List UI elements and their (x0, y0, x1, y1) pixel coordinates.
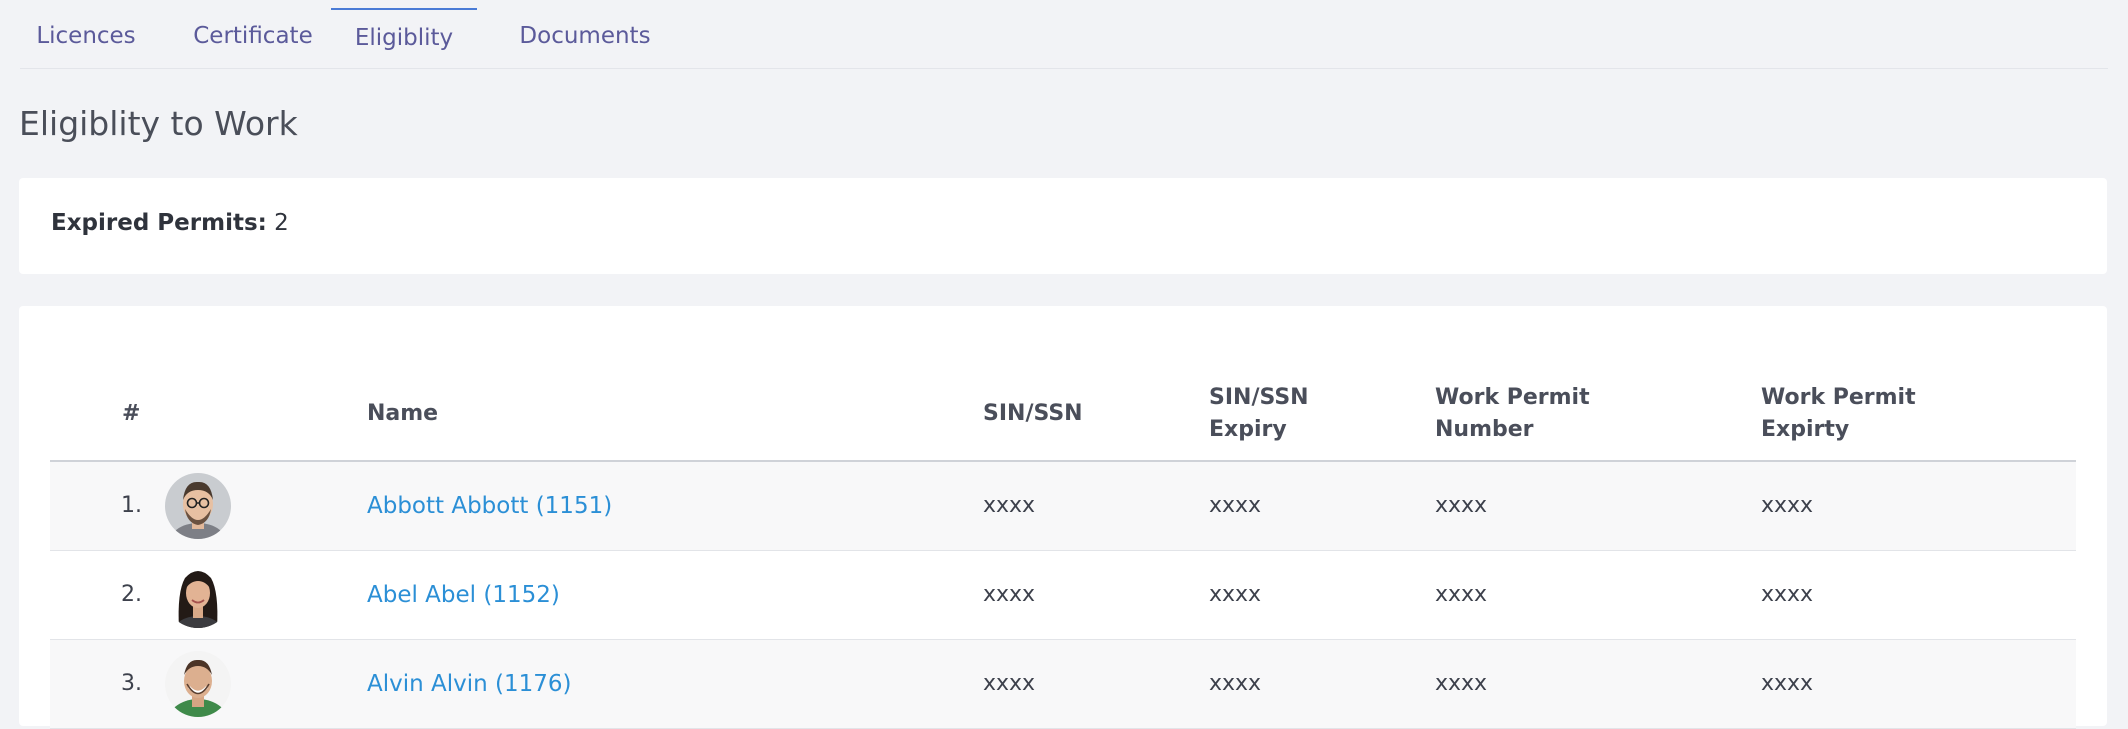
work-permit-expiry-value: xxxx (1761, 493, 1814, 518)
tab-licences[interactable]: Licences (20, 8, 152, 67)
header-work-permit-expiry[interactable]: Work Permit Expirty (1761, 382, 1916, 446)
table-row: 3. Alvin Alvin (1176) xxxx xxxx xxxx xxx… (50, 640, 2076, 729)
row-number: 1. (121, 493, 142, 518)
employee-name-link[interactable]: Alvin Alvin (1176) (367, 640, 572, 728)
header-name[interactable]: Name (367, 398, 438, 430)
table-row: 2. Abel Abel (1152) xxxx xxxx xxxx xxxx (50, 551, 2076, 640)
sin-ssn-value: xxxx (983, 582, 1036, 607)
page-title: Eligiblity to Work (19, 104, 298, 143)
expired-permits-label: Expired Permits: (51, 210, 267, 236)
header-work-permit-expiry-line1: Work Permit (1761, 385, 1916, 410)
row-number: 2. (121, 582, 142, 607)
expired-permits-summary: Expired Permits: 2 (51, 210, 289, 236)
work-permit-number-value: xxxx (1435, 582, 1488, 607)
avatar (165, 562, 231, 628)
work-permit-number-value: xxxx (1435, 493, 1488, 518)
sin-ssn-expiry-value: xxxx (1209, 493, 1262, 518)
tab-eligiblity[interactable]: Eligiblity (331, 8, 477, 67)
work-permit-expiry-value: xxxx (1761, 671, 1814, 696)
header-work-permit-number[interactable]: Work Permit Number (1435, 382, 1590, 446)
employee-name-link[interactable]: Abel Abel (1152) (367, 551, 560, 639)
eligibility-table: # Name SIN/SSN SIN/SSN Expiry Work Permi… (19, 306, 2107, 729)
employee-name[interactable]: Abel Abel (1152) (367, 582, 560, 608)
header-work-permit-number-line1: Work Permit (1435, 385, 1590, 410)
employee-name[interactable]: Abbott Abbott (1151) (367, 493, 612, 519)
work-permit-expiry-value: xxxx (1761, 582, 1814, 607)
table-row: 1. Abbott Abbott (1151) xxxx xxxx xxxx x… (50, 462, 2076, 551)
header-work-permit-number-line2: Number (1435, 417, 1534, 442)
header-sin-ssn-expiry-line1: SIN/SSN (1209, 385, 1309, 410)
employee-name-link[interactable]: Abbott Abbott (1151) (367, 462, 612, 550)
header-number: # (122, 401, 141, 426)
tab-documents[interactable]: Documents (495, 8, 675, 67)
expired-permits-count: 2 (274, 210, 289, 236)
header-work-permit-expiry-line2: Expirty (1761, 417, 1850, 442)
header-sin-ssn-expiry-line2: Expiry (1209, 417, 1287, 442)
avatar (165, 473, 231, 539)
sin-ssn-expiry-value: xxxx (1209, 671, 1262, 696)
summary-card: Expired Permits: 2 (19, 178, 2107, 274)
row-number: 3. (121, 671, 142, 696)
sin-ssn-expiry-value: xxxx (1209, 582, 1262, 607)
employee-name[interactable]: Alvin Alvin (1176) (367, 671, 572, 697)
tab-certificate[interactable]: Certificate (172, 8, 334, 67)
tab-bar: Licences Certificate Eligiblity Document… (20, 0, 2108, 69)
avatar (165, 651, 231, 717)
work-permit-number-value: xxxx (1435, 671, 1488, 696)
sin-ssn-value: xxxx (983, 493, 1036, 518)
header-sin-ssn-expiry[interactable]: SIN/SSN Expiry (1209, 382, 1309, 446)
sin-ssn-value: xxxx (983, 671, 1036, 696)
header-sin-ssn[interactable]: SIN/SSN (983, 398, 1083, 430)
